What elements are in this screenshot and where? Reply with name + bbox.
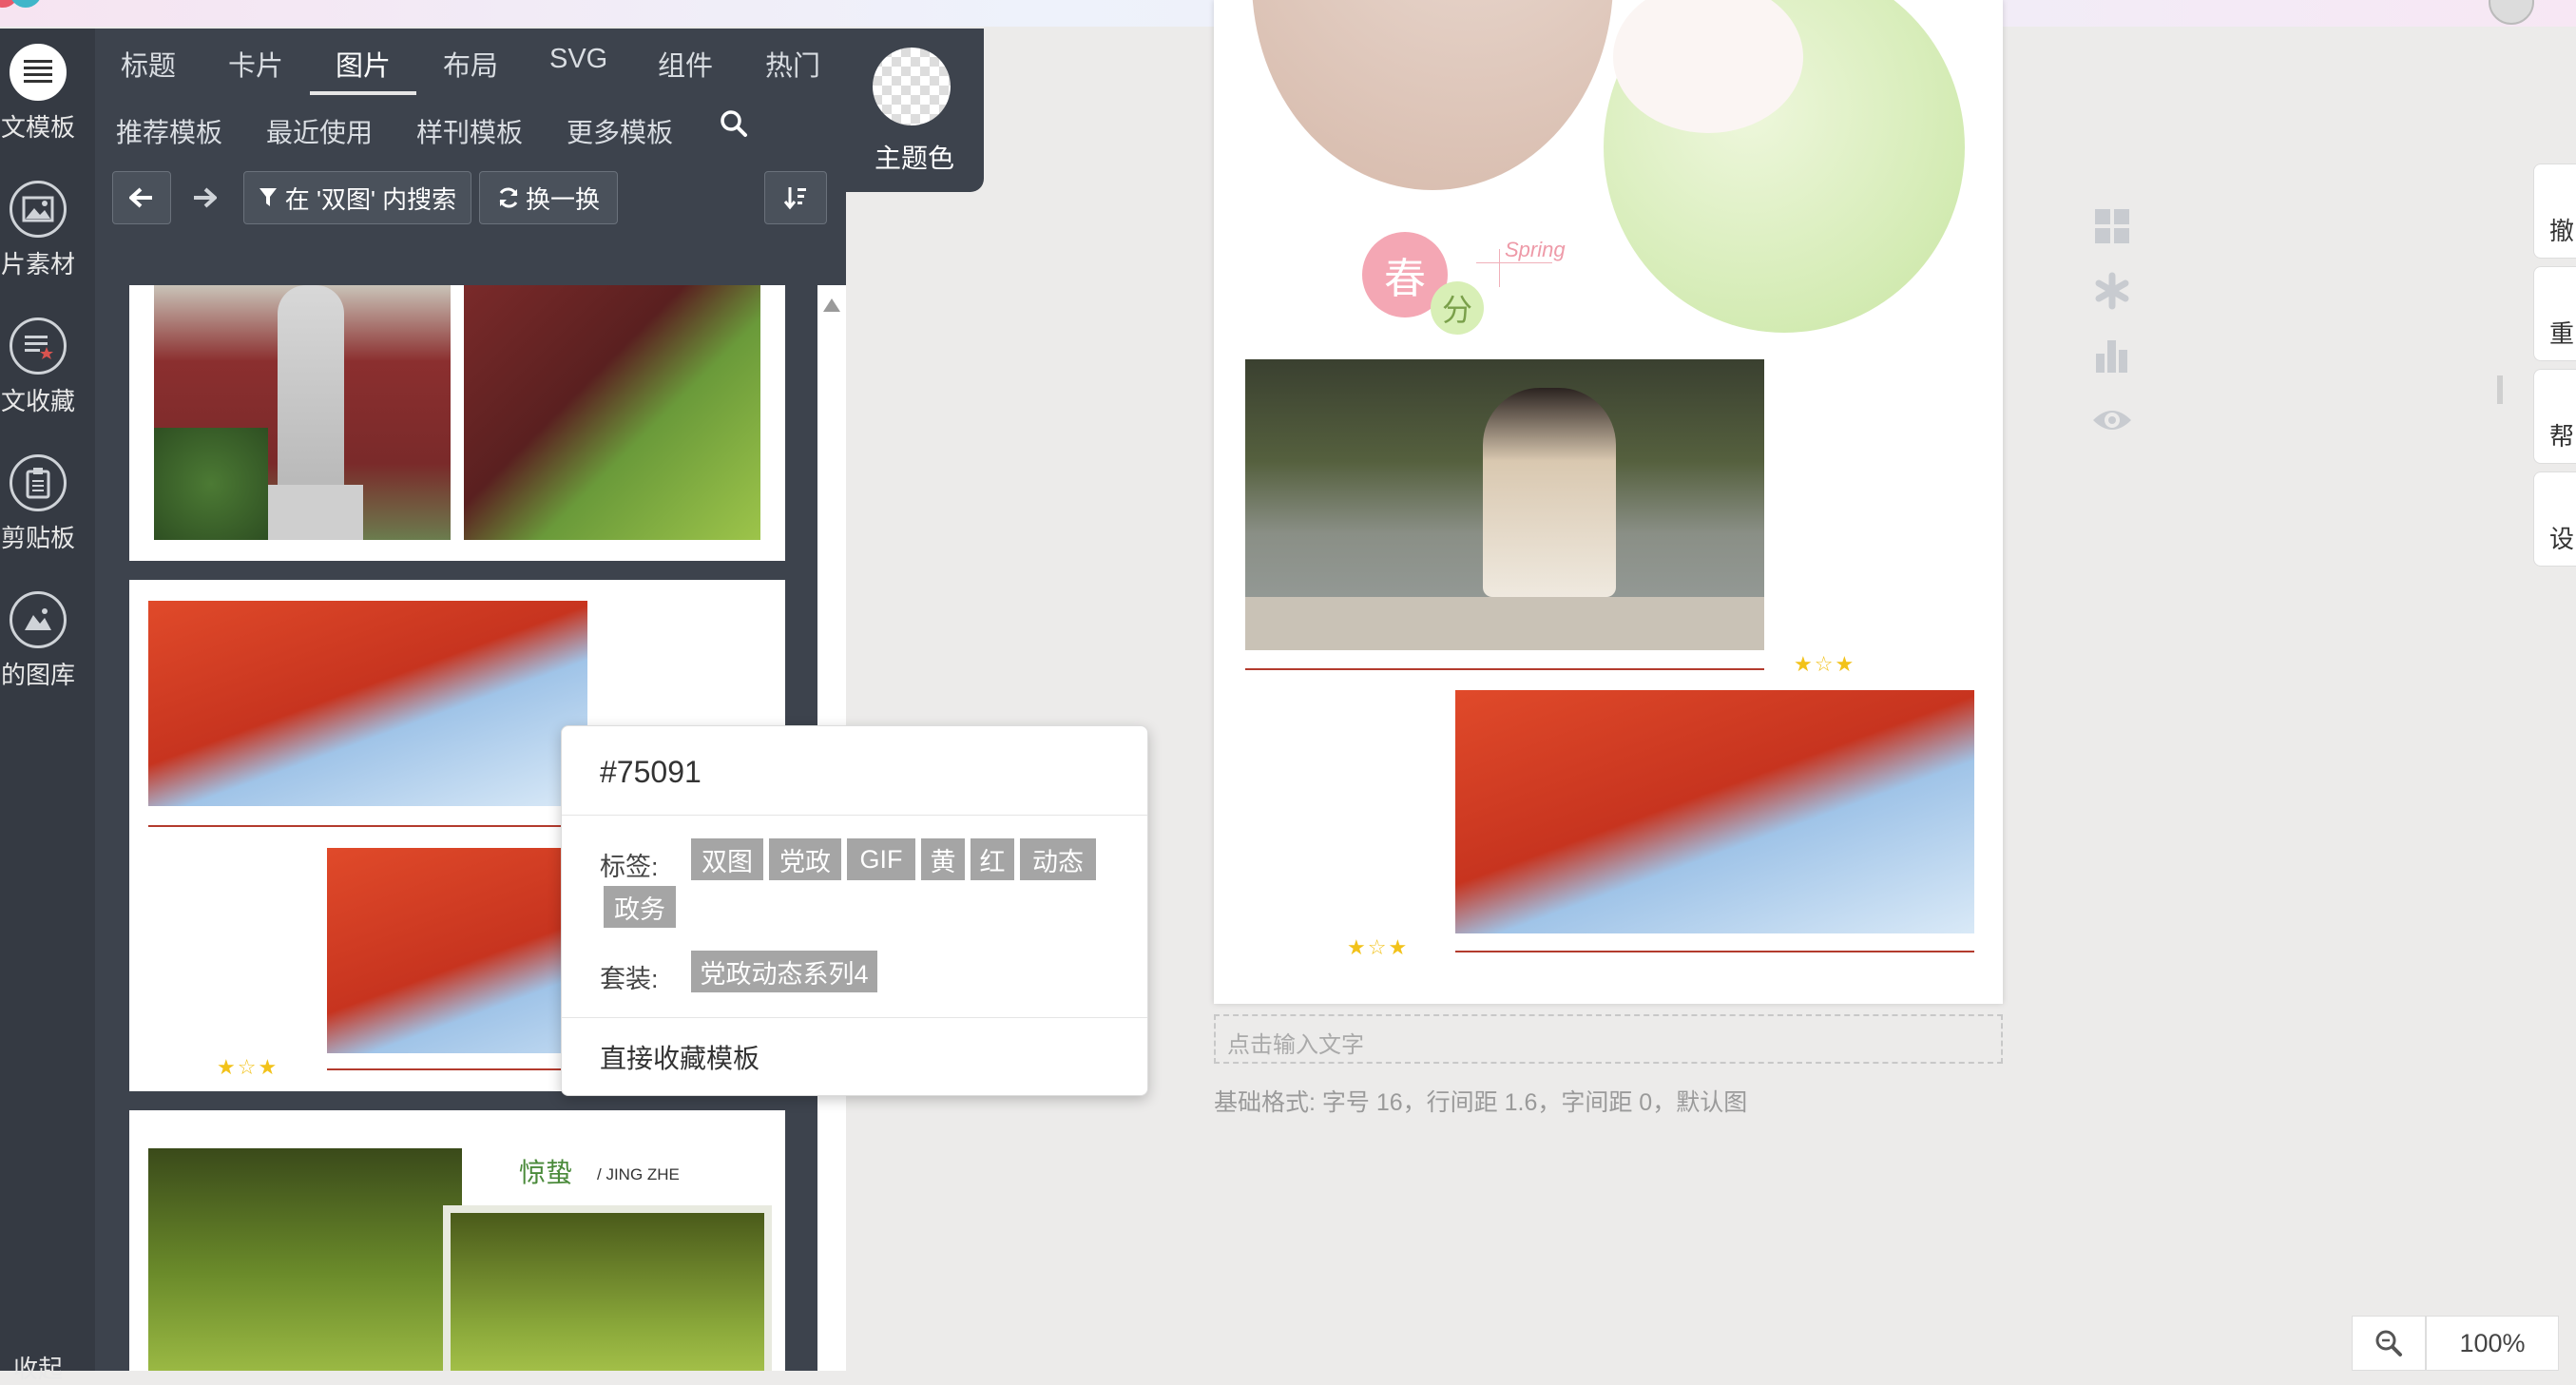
search-icon[interactable] [719, 108, 749, 144]
tab-recent[interactable]: 最近使用 [266, 112, 373, 150]
sidebar-item-favorites[interactable]: 文收藏 [0, 317, 95, 417]
star-decoration: ★☆★ [1794, 652, 1856, 676]
undo-button[interactable]: 撤 [2533, 164, 2576, 259]
template-card[interactable] [129, 285, 785, 561]
tags-label: 标签: [600, 853, 659, 881]
settings-button[interactable]: 设 [2533, 471, 2576, 567]
tab-image[interactable]: 图片 [336, 44, 391, 84]
sidebar-item-templates[interactable]: 文模板 [0, 44, 95, 144]
template-id: #75091 [600, 755, 702, 789]
sidebar-item-gallery[interactable]: 的图库 [0, 591, 95, 691]
theme-color-swatch[interactable] [873, 48, 951, 125]
chart-icon[interactable] [2091, 337, 2133, 378]
star-decoration: ★☆★ [1347, 935, 1410, 959]
grid-view-icon[interactable] [2091, 207, 2133, 249]
tag-item[interactable]: 党政 [769, 838, 841, 880]
jingzhe-title: 惊蛰 [519, 1158, 573, 1187]
sidebar-item-images[interactable]: 片素材 [0, 181, 95, 280]
template-image-forest [148, 1148, 462, 1371]
asterisk-icon[interactable] [2091, 272, 2133, 314]
canvas-image-eaves [1455, 690, 1974, 933]
tag-item[interactable]: 黄 [921, 838, 965, 880]
tag-item[interactable]: 政务 [604, 886, 676, 928]
tab-hot[interactable]: 热门 [765, 44, 820, 84]
template-image-forest-2 [443, 1205, 772, 1371]
eye-icon[interactable] [2091, 401, 2133, 443]
tab-title[interactable]: 标题 [121, 44, 176, 84]
sidebar-item-label: 的图库 [0, 661, 75, 689]
zoom-button[interactable] [2352, 1316, 2426, 1371]
favorite-template-link[interactable]: 直接收藏模板 [600, 1038, 759, 1076]
fen-badge: 分 [1431, 281, 1484, 335]
jingzhe-subtitle: / JING ZHE [597, 1165, 680, 1183]
canvas-scroll-handle[interactable] [2497, 375, 2503, 404]
tab-layout[interactable]: 布局 [443, 44, 498, 84]
sidebar-item-label: 文模板 [0, 113, 75, 142]
zoom-in-icon [2375, 1330, 2402, 1356]
tab-sample[interactable]: 样刊模板 [416, 112, 523, 150]
tag-item[interactable]: 双图 [691, 838, 763, 880]
tag-item[interactable]: 动态 [1020, 838, 1096, 880]
template-card[interactable]: 惊蛰 / JING ZHE [129, 1110, 785, 1371]
scroll-up-icon[interactable] [823, 298, 840, 312]
shuffle-button[interactable]: 换一换 [479, 171, 618, 224]
format-info: 基础格式: 字号 16，行间距 1.6，字间距 0，默认图 [1214, 1084, 1747, 1118]
my-gallery-icon [10, 591, 67, 648]
template-info-popup: #75091 标签: 双图 党政 GIF 黄 红 动态 政务 套装: 党政动态系… [561, 725, 1148, 1096]
sort-icon [783, 187, 806, 210]
sidebar-item-label: 片素材 [0, 250, 75, 279]
tab-recommended[interactable]: 推荐模板 [116, 112, 222, 150]
tab-component[interactable]: 组件 [658, 44, 713, 84]
filter-search-label: 在 '双图' 内搜索 [284, 184, 457, 214]
filter-icon [259, 188, 277, 206]
sort-button[interactable] [764, 171, 827, 224]
app-logo[interactable] [0, 0, 63, 17]
forward-button[interactable] [175, 171, 234, 224]
theme-color-label: 主题色 [875, 144, 955, 173]
clipboard-icon [10, 454, 67, 511]
active-tab-indicator [310, 91, 416, 95]
refresh-icon [499, 187, 518, 208]
favorites-icon [10, 317, 67, 375]
article-template-icon [10, 44, 67, 101]
template-image-leaves [464, 285, 760, 540]
zoom-level[interactable]: 100% [2426, 1316, 2559, 1371]
article-canvas[interactable]: 春 分 Spring ★☆★ ★☆★ [1214, 0, 2003, 1004]
filter-search-button[interactable]: 在 '双图' 内搜索 [243, 171, 471, 224]
shuffle-label: 换一换 [525, 184, 600, 214]
avatar[interactable] [2489, 0, 2534, 25]
collapse-label: 收起 [12, 1355, 63, 1383]
back-button[interactable] [112, 171, 171, 224]
tag-item[interactable]: 红 [971, 838, 1014, 880]
sidebar-item-label: 文收藏 [0, 387, 75, 415]
text-input-placeholder[interactable]: 点击输入文字 [1214, 1014, 2003, 1064]
sidebar-item-clipboard[interactable]: 剪贴板 [0, 454, 95, 554]
tab-svg[interactable]: SVG [549, 44, 607, 75]
format-value: 字号 16，行间距 1.6，字间距 0，默认图 [1321, 1089, 1748, 1116]
format-label: 基础格式: [1214, 1089, 1316, 1116]
suite-tag[interactable]: 党政动态系列4 [691, 951, 877, 992]
arrow-left-icon [129, 187, 152, 208]
tab-more-templates[interactable]: 更多模板 [567, 112, 673, 150]
spring-label: Spring [1505, 238, 1566, 261]
tag-item[interactable]: GIF [847, 838, 915, 880]
star-decoration: ★☆★ [217, 1055, 279, 1079]
help-button[interactable]: 帮 [2533, 369, 2576, 464]
tab-card[interactable]: 卡片 [228, 44, 283, 84]
image-material-icon [10, 181, 67, 238]
suite-label: 套装: [600, 965, 659, 993]
canvas-image-flower-circle [1252, 0, 1613, 190]
arrow-right-icon [194, 187, 217, 208]
template-image-eaves [148, 601, 587, 806]
template-image-temple [154, 285, 451, 540]
sidebar-collapse[interactable]: 收起 [0, 1350, 95, 1385]
sidebar-item-label: 剪贴板 [0, 524, 75, 552]
redo-button[interactable]: 重 [2533, 266, 2576, 361]
canvas-image-tea-man [1245, 359, 1764, 650]
